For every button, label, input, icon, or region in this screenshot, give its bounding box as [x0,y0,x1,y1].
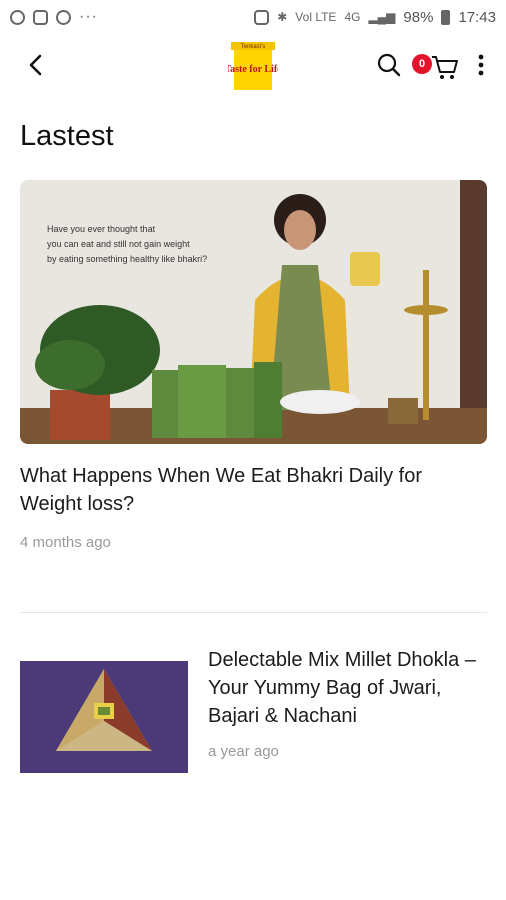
more-vertical-icon [478,54,484,76]
article-2-photo [20,661,188,773]
bluetooth-icon: ✱ [277,10,288,24]
logo-text: Taste for Life [228,64,278,75]
instagram-icon [10,9,25,25]
logo-icon: Tenkasi's Taste for Life [224,42,282,90]
more-options-button[interactable] [470,50,492,80]
article-time-bhakri: 4 months ago [20,534,111,551]
time-text: 17:43 [458,8,496,26]
circle-app-icon [56,9,71,25]
article-image-bhakri[interactable]: Have you ever thought that you can eat a… [20,180,487,444]
battery-icon [441,9,451,25]
status-right: ✱ Vol LTE 4G ▂▄▆ 98% 17:43 [254,9,496,26]
article-1-photo: Have you ever thought that you can eat a… [20,180,487,444]
article-title-dhokla[interactable]: Delectable Mix Millet Dhokla – Your Yumm… [208,646,493,730]
logo-small-text: Tenkasi's [241,44,266,50]
back-button[interactable] [20,48,54,82]
image-caption-line-1: Have you ever thought that [47,224,156,234]
image-caption-line-2: you can eat and still not gain weight [47,239,190,249]
status-left: ··· [10,8,98,26]
article-image-dhokla[interactable] [20,661,188,773]
app-bar: Tenkasi's Taste for Life 0 [0,34,506,96]
back-arrow-icon [29,54,42,76]
network-label: Vol LTE [295,10,337,24]
alarm-icon [254,9,270,25]
more-notifications-icon: ··· [79,8,98,25]
gallery-icon [33,9,48,25]
cart-count-badge: 0 [412,54,432,74]
divider [20,612,487,613]
brand-logo[interactable]: Tenkasi's Taste for Life [224,40,282,92]
signal-icon: ▂▄▆ [368,10,396,24]
image-caption-line-3: by eating something healthy like bhakri? [47,254,207,264]
signal-label: 4G [344,10,361,24]
section-title: Lastest [20,120,114,152]
cart-button[interactable]: 0 [412,50,462,82]
search-button[interactable] [374,50,404,80]
battery-text: 98% [403,8,434,26]
article-time-dhokla: a year ago [208,743,279,760]
status-bar: ··· ✱ Vol LTE 4G ▂▄▆ 98% 17:43 [0,0,506,34]
search-icon [377,53,401,77]
article-title-bhakri[interactable]: What Happens When We Eat Bhakri Daily fo… [20,462,470,518]
